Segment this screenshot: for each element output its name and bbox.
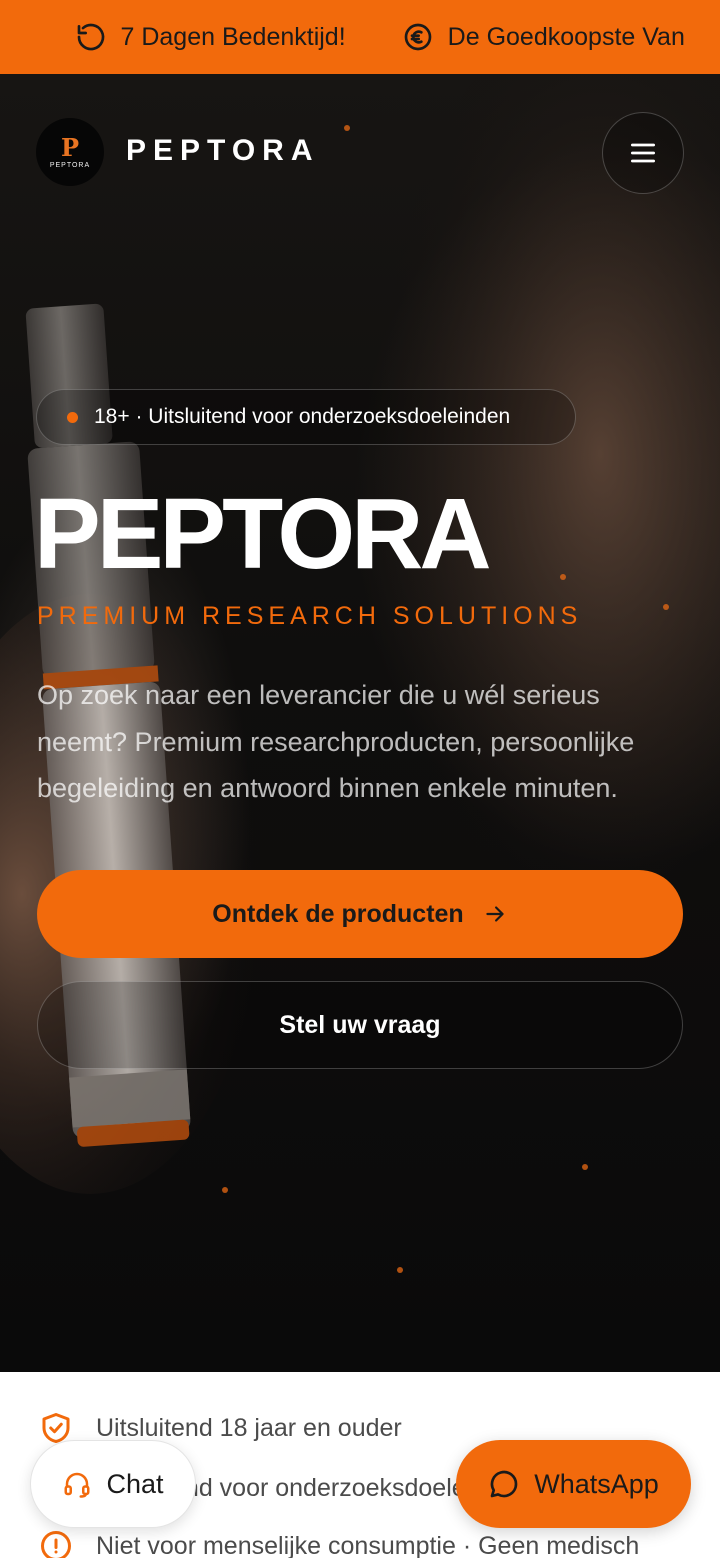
age-notice-text: 18+ · Uitsluitend voor onderzoeksdoelein… [94,405,511,428]
hero-description: Op zoek naar een leverancier die u wél s… [37,680,635,803]
status-dot [67,411,78,423]
site-header: P PEPTORA PEPTORA [36,112,684,200]
discover-products-label: Ontdek de producten [212,899,464,928]
arrow-right-icon [486,906,504,922]
particle-dot [582,1164,588,1170]
age-notice-pill: 18+ · Uitsluitend voor onderzoeksdoelein… [36,389,576,445]
particle-dot [397,1267,403,1273]
particle-dot [560,574,566,580]
logo-wordmark: PEPTORA [49,161,91,169]
chat-button[interactable]: Chat [30,1440,196,1528]
euro-circle-icon [402,21,434,53]
info-row-not-for-consumption: Niet voor menselijke consumptie · Geen m… [38,1528,639,1558]
marquee-item-cooling-off: 7 Dagen Bedenktijd! [75,21,346,53]
rotate-ccw-icon [75,21,107,53]
announcement-marquee: s 7 Dagen Bedenktijd! De Goedkoopste Van [0,0,720,74]
marquee-item-text: 7 Dagen Bedenktijd! [120,22,346,51]
marquee-item-partial: s [0,23,1,52]
message-circle-icon [490,1470,518,1498]
whatsapp-button-label: WhatsApp [534,1468,659,1499]
marquee-item-partial-text: s [0,23,1,52]
whatsapp-button[interactable]: WhatsApp [456,1440,691,1528]
hamburger-menu-icon [631,143,655,163]
discover-products-button[interactable]: Ontdek de producten [37,870,683,958]
particle-dot [663,604,669,610]
headset-icon [64,1472,90,1498]
hero-section: P PEPTORA PEPTORA 18+ · Uitsluitend voor… [0,74,720,1372]
marquee-item-text: De Goedkoopste Van [447,22,685,51]
ask-question-label: Stel uw vraag [279,1010,441,1039]
hero-subtitle: PREMIUM RESEARCH SOLUTIONS [37,602,583,630]
info-row-text: Uitsluitend 18 jaar en ouder [96,1413,402,1442]
info-row-text: Niet voor menselijke consumptie · Geen m… [96,1531,640,1558]
hero-title: PEPTORA [34,478,492,590]
circle-alert-icon [38,1528,74,1558]
logo-letter: P [60,132,80,162]
particle-dot [222,1187,228,1193]
marquee-item-cheapest: De Goedkoopste Van [402,21,685,53]
logo[interactable]: P PEPTORA [36,118,104,186]
menu-button[interactable] [602,112,684,194]
ask-question-button[interactable]: Stel uw vraag [37,981,683,1069]
brand-name[interactable]: PEPTORA [126,134,319,168]
chat-button-label: Chat [106,1468,164,1499]
